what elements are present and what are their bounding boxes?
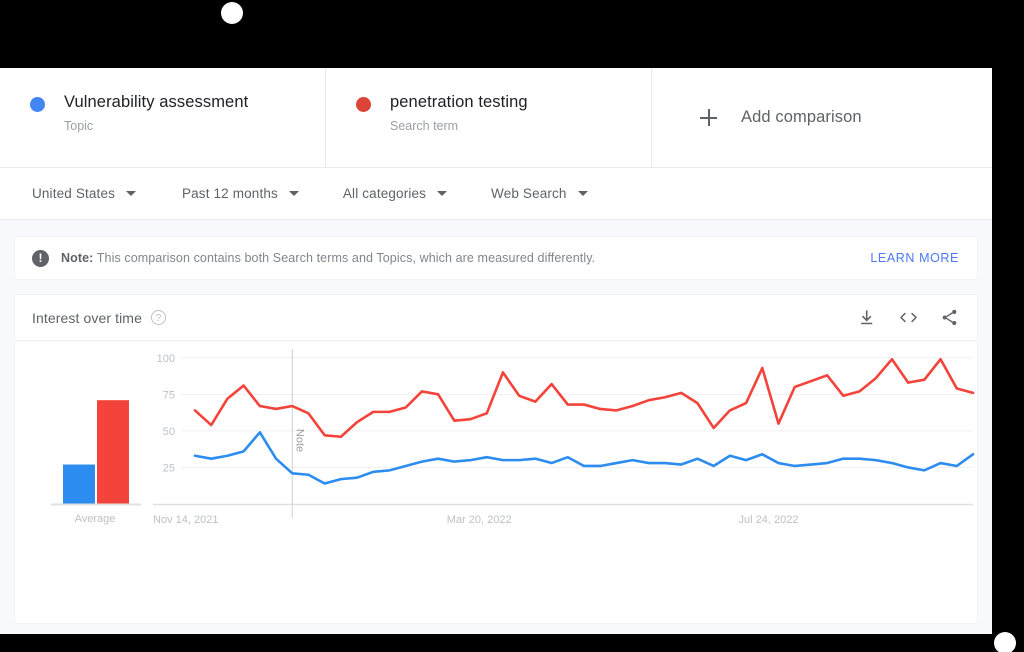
content-area: ! Note: This comparison contains both Se… — [0, 220, 992, 634]
add-comparison-label: Add comparison — [741, 108, 862, 126]
blue-dot-icon — [30, 97, 45, 112]
term-card-0[interactable]: Vulnerability assessment Topic — [0, 68, 326, 167]
learn-more-link[interactable]: LEARN MORE — [870, 251, 959, 265]
term-label: Vulnerability assessment — [64, 93, 249, 111]
filter-label: All categories — [342, 186, 427, 201]
average-label: Average — [75, 513, 116, 525]
note-body: This comparison contains both Search ter… — [93, 251, 596, 265]
x-axis-tick-label: Mar 20, 2022 — [447, 514, 512, 526]
filters-bar: United States Past 12 months All categor… — [0, 168, 992, 220]
average-bar — [97, 400, 129, 504]
plot-area: Average 25 50 75 100 Note Nov 14, 2021 Mar 20,… — [15, 341, 977, 623]
x-axis-tick-label: Jul 24, 2022 — [739, 514, 799, 526]
note-annotation-label: Note — [293, 429, 305, 452]
chevron-down-icon — [288, 191, 299, 196]
chevron-down-icon — [437, 191, 448, 196]
chart-header: Interest over time ? — [15, 295, 977, 341]
term-type: Topic — [64, 119, 94, 133]
y-axis-tick-label: 25 — [163, 462, 175, 474]
note-banner: ! Note: This comparison contains both Se… — [14, 236, 978, 280]
filter-label: Past 12 months — [182, 186, 278, 201]
note-text: Note: This comparison contains both Sear… — [61, 251, 595, 265]
help-circle-icon[interactable]: ? — [150, 310, 166, 325]
average-bar-chart: Average — [51, 400, 141, 525]
page-title: Interest over time — [32, 309, 142, 326]
chevron-down-icon — [126, 191, 136, 196]
filter-category[interactable]: All categories — [342, 186, 448, 201]
comparison-terms-bar: Vulnerability assessment Topic penetrati… — [0, 68, 992, 168]
series-line — [193, 431, 975, 485]
filter-location[interactable]: United States — [32, 186, 136, 201]
filter-label: United States — [32, 186, 115, 201]
trends-page: Vulnerability assessment Topic penetrati… — [0, 68, 992, 634]
y-axis-tick-label: 100 — [157, 353, 175, 365]
filter-search-type[interactable]: Web Search — [491, 186, 588, 201]
term-type: Search term — [390, 119, 459, 133]
term-card-1[interactable]: penetration testing Search term — [326, 68, 652, 167]
filter-label: Web Search — [491, 186, 567, 201]
chevron-down-icon — [577, 191, 588, 196]
filter-time-range[interactable]: Past 12 months — [182, 186, 299, 201]
embed-code-icon[interactable] — [898, 308, 919, 327]
cursor-pointer — [221, 2, 243, 24]
share-icon[interactable] — [940, 308, 959, 327]
term-label: penetration testing — [390, 93, 528, 111]
cursor-pointer-secondary — [994, 632, 1016, 652]
y-axis-tick-label: 75 — [163, 389, 175, 401]
note-bold-prefix: Note: — [61, 251, 94, 265]
red-dot-icon — [356, 97, 371, 112]
download-icon[interactable] — [858, 308, 877, 327]
exclamation-circle-icon: ! — [32, 249, 49, 267]
y-axis-tick-label: 50 — [163, 426, 175, 438]
add-comparison-button[interactable]: Add comparison — [652, 68, 992, 167]
chart-action-bar — [858, 308, 959, 327]
interest-over-time-card: Interest over time ? Average 25 50 75 10… — [14, 294, 978, 624]
plus-icon — [700, 109, 717, 126]
screen-frame: Vulnerability assessment Topic penetrati… — [0, 0, 1024, 652]
interest-line-chart: 25 50 75 100 Note Nov 14, 2021 Mar 20, 2022 Jul… — [153, 349, 975, 526]
average-bar — [63, 464, 95, 504]
x-axis-tick-label: Nov 14, 2021 — [153, 514, 218, 526]
series-line — [193, 357, 975, 439]
